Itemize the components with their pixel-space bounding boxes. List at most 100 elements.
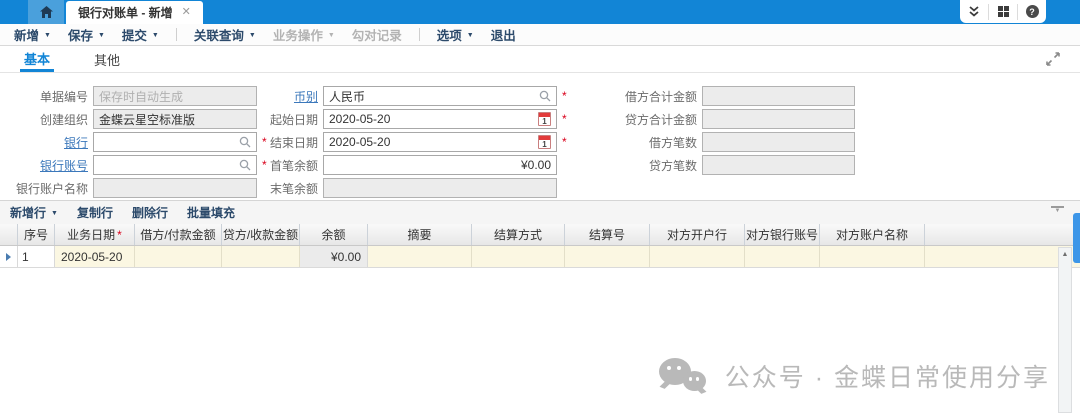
end-date-field[interactable]: 2020-05-20: [323, 132, 557, 152]
column-header-counter-bank[interactable]: 对方开户行: [650, 224, 745, 245]
document-tab[interactable]: 银行对账单 - 新增: [66, 1, 203, 24]
field-row: 起始日期 2020-05-20 *: [256, 109, 567, 129]
search-icon[interactable]: [239, 159, 251, 171]
grid-apps-icon: [998, 6, 1009, 17]
tab-other[interactable]: 其他: [90, 47, 124, 72]
delete-row-label: 删除行: [132, 204, 168, 221]
column-header-seq[interactable]: 序号: [18, 224, 55, 245]
field-row: 单据编号 保存时自动生成: [0, 86, 267, 106]
field-row: 借方合计金额: [600, 86, 855, 106]
copy-row-button[interactable]: 复制行: [77, 204, 113, 221]
tab-basic[interactable]: 基本: [20, 47, 54, 72]
current-row-arrow-icon: [6, 253, 11, 261]
field-row: 银行 *: [0, 132, 267, 152]
home-icon: [40, 6, 53, 18]
column-header-counter-account[interactable]: 对方银行账号: [745, 224, 820, 245]
form-column-right: 借方合计金额 贷方合计金额 借方笔数 贷方笔数: [600, 86, 855, 175]
home-tab[interactable]: [28, 0, 64, 24]
credit-count-label: 贷方笔数: [600, 157, 697, 174]
tab-other-label: 其他: [94, 50, 120, 69]
toolbar-new-button[interactable]: 新增: [14, 25, 51, 44]
row-indicator-cell[interactable]: [0, 246, 18, 267]
column-header-settle-number[interactable]: 结算号: [565, 224, 650, 245]
first-balance-field[interactable]: ¥0.00: [323, 155, 557, 175]
dropdown-caret-icon: [44, 32, 51, 39]
grid-data-row-1[interactable]: 1 2020-05-20 ¥0.00: [0, 246, 1080, 268]
help-button[interactable]: [1017, 4, 1046, 20]
column-header-settle-method[interactable]: 结算方式: [472, 224, 565, 245]
row-indicator-header: [0, 224, 18, 245]
bank-field[interactable]: [93, 132, 257, 152]
toolbar-related-query-button[interactable]: 关联查询: [194, 25, 256, 44]
column-header-counter-name[interactable]: 对方账户名称: [820, 224, 925, 245]
topbar-tool-group: [960, 0, 1046, 23]
expand-form-button[interactable]: [1046, 52, 1060, 69]
column-header-balance[interactable]: 余额: [300, 224, 368, 245]
cell-settle-number[interactable]: [565, 246, 650, 267]
bank-account-name-field: [93, 178, 257, 198]
column-header-debit-amount[interactable]: 借方/付款金额: [135, 224, 222, 245]
toolbar-save-button[interactable]: 保存: [68, 25, 105, 44]
apps-menu-button[interactable]: [988, 4, 1017, 20]
toolbar-save-label: 保存: [68, 25, 93, 44]
collapse-toolbar-button[interactable]: [960, 4, 988, 20]
vertical-scrollbar[interactable]: [1058, 247, 1072, 413]
toolbar-submit-label: 提交: [122, 25, 147, 44]
cell-counter-account[interactable]: [745, 246, 820, 267]
cell-counter-name[interactable]: [820, 246, 925, 267]
field-row: 创建组织 金蝶云星空标准版: [0, 109, 267, 129]
bank-account-field[interactable]: [93, 155, 257, 175]
dropdown-caret-icon: [467, 32, 474, 39]
cell-counter-bank[interactable]: [650, 246, 745, 267]
grid-settings-icon[interactable]: [1051, 206, 1064, 214]
column-header-biz-date[interactable]: 业务日期*: [55, 224, 135, 245]
search-icon[interactable]: [539, 90, 551, 102]
toolbar-options-button[interactable]: 选项: [437, 25, 474, 44]
toolbar-options-label: 选项: [437, 25, 462, 44]
column-header-summary[interactable]: 摘要: [368, 224, 472, 245]
column-header-credit-amount[interactable]: 贷方/收款金额: [222, 224, 300, 245]
tab-basic-label: 基本: [24, 49, 50, 68]
close-icon[interactable]: [182, 7, 191, 18]
cell-seq[interactable]: 1: [18, 246, 55, 267]
calendar-icon[interactable]: [538, 112, 551, 126]
toolbar-exit-label: 退出: [491, 25, 516, 44]
batch-fill-label: 批量填充: [187, 204, 235, 221]
top-tab-bar: 银行对账单 - 新增: [0, 0, 1080, 24]
bank-account-label[interactable]: 银行账号: [0, 157, 88, 174]
cell-debit-amount[interactable]: [135, 246, 222, 267]
toolbar-submit-button[interactable]: 提交: [122, 25, 159, 44]
delete-row-button[interactable]: 删除行: [132, 204, 168, 221]
cell-summary[interactable]: [368, 246, 472, 267]
grid-toolbar: 新增行 复制行 删除行 批量填充: [0, 200, 1080, 224]
expand-arrows-icon: [1046, 52, 1060, 66]
bank-label[interactable]: 银行: [0, 134, 88, 151]
start-date-field[interactable]: 2020-05-20: [323, 109, 557, 129]
debit-total-label: 借方合计金额: [600, 88, 697, 105]
form-column-middle: 币别 人民币 * 起始日期 2020-05-20 *: [256, 86, 567, 198]
batch-fill-button[interactable]: 批量填充: [187, 204, 235, 221]
currency-field[interactable]: 人民币: [323, 86, 557, 106]
cell-filler: [925, 246, 1080, 267]
field-row: 贷方合计金额: [600, 109, 855, 129]
calendar-icon[interactable]: [538, 135, 551, 149]
cell-biz-date[interactable]: 2020-05-20: [55, 246, 135, 267]
form-tab-strip: 基本 其他: [0, 47, 1080, 73]
cell-balance: ¥0.00: [300, 246, 368, 267]
field-row: 借方笔数: [600, 132, 855, 152]
toolbar-business-operation-label: 业务操作: [273, 25, 323, 44]
cell-credit-amount[interactable]: [222, 246, 300, 267]
start-date-label: 起始日期: [256, 111, 318, 128]
end-date-label: 结束日期: [256, 134, 318, 151]
dropdown-caret-icon: [98, 32, 105, 39]
side-panel-handle[interactable]: [1073, 213, 1080, 263]
required-asterisk: *: [562, 112, 567, 126]
currency-label[interactable]: 币别: [256, 88, 318, 105]
bank-account-name-label: 银行账户名称: [0, 180, 88, 197]
search-icon[interactable]: [239, 136, 251, 148]
credit-count-field: [702, 155, 855, 175]
wechat-icon: [659, 355, 711, 397]
add-row-button[interactable]: 新增行: [10, 204, 58, 221]
toolbar-exit-button[interactable]: 退出: [491, 25, 516, 44]
cell-settle-method[interactable]: [472, 246, 565, 267]
